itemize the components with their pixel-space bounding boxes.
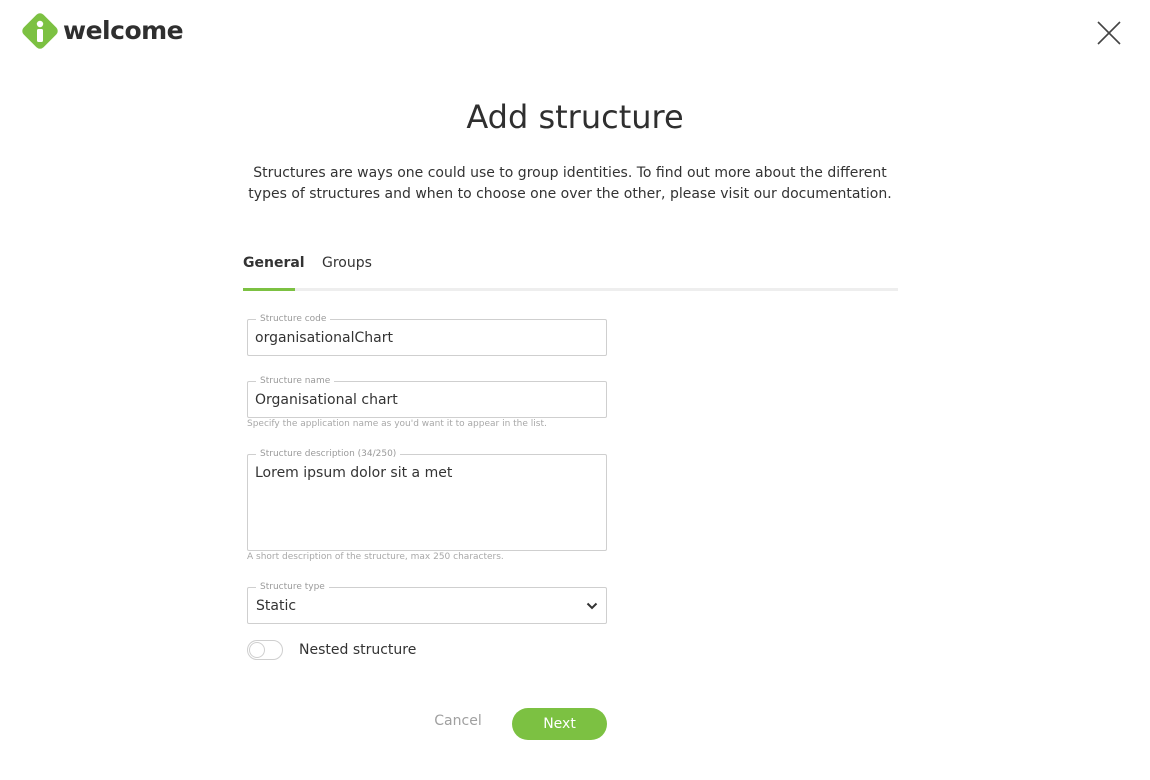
structure-name-input[interactable] [255, 382, 599, 417]
structure-code-field: Structure code [247, 313, 607, 356]
chevron-down-icon [586, 602, 598, 610]
structure-name-field: Structure name [247, 375, 607, 418]
structure-type-value: Static [256, 598, 297, 614]
tab-general[interactable]: General [243, 255, 305, 271]
structure-type-label: Structure type [256, 581, 329, 593]
structure-description-input[interactable]: Lorem ipsum dolor sit a met [255, 464, 599, 550]
close-icon[interactable] [1096, 20, 1122, 46]
brand-name: welcome [63, 16, 184, 45]
brand-logo: welcome [20, 11, 184, 51]
active-tab-indicator [243, 288, 295, 291]
structure-type-select[interactable]: Structure type Static [247, 581, 607, 624]
nested-structure-toggle[interactable] [247, 640, 283, 660]
cancel-button[interactable]: Cancel [430, 713, 486, 729]
structure-code-input[interactable] [255, 320, 599, 355]
structure-name-helper: Specify the application name as you'd wa… [247, 419, 547, 429]
nested-structure-label: Nested structure [299, 642, 417, 658]
tab-groups[interactable]: Groups [322, 255, 372, 271]
page-intro: Structures are ways one could use to gro… [248, 165, 892, 202]
welcome-logo-icon [22, 13, 58, 49]
structure-description-field: Structure description (34/250) Lorem ips… [247, 448, 607, 551]
page-title: Add structure [466, 98, 684, 136]
toggle-knob [249, 642, 265, 658]
tab-track [243, 288, 898, 291]
nested-structure-row: Nested structure [247, 640, 416, 660]
tab-bar: General Groups [243, 250, 898, 291]
next-button[interactable]: Next [512, 708, 607, 740]
structure-description-label: Structure description (34/250) [256, 448, 401, 460]
structure-description-helper: A short description of the structure, ma… [247, 552, 504, 562]
